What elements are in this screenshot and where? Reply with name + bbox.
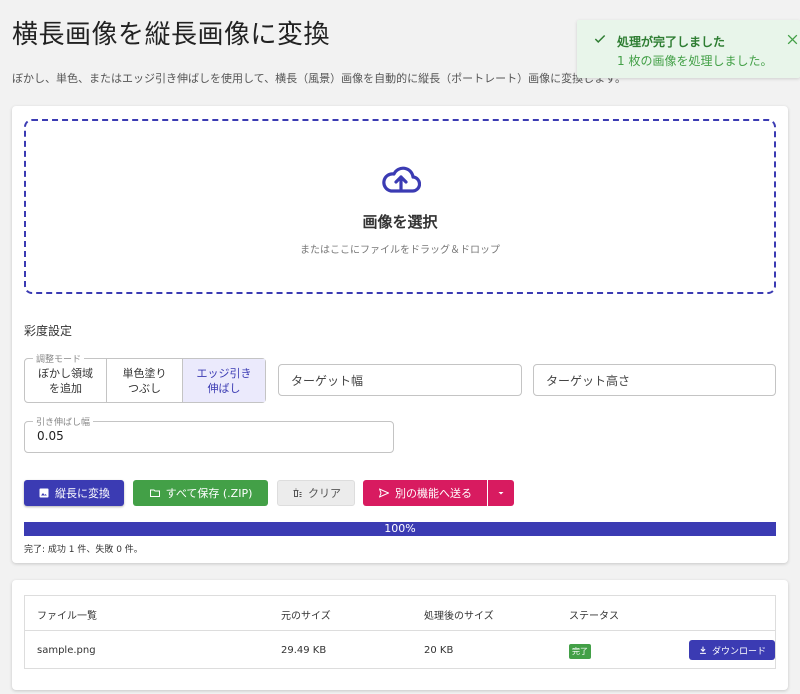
stretch-width-field[interactable]: 引き伸ばし幅 0.05 [24,415,394,453]
page-title: 横長画像を縦長画像に変換 [12,20,331,50]
download-button[interactable]: ダウンロード [689,640,775,660]
send-dropdown-button[interactable] [488,480,514,506]
drop-zone[interactable]: 画像を選択 またはここにファイルをドラッグ＆ドロップ [24,119,776,294]
mode-selector: 調整モード ぼかし領域 を追加 単色塗り つぶし エッジ引き 伸ばし [24,352,266,403]
processed-size: 20 KB [424,645,454,656]
table-header: ファイル一覧 元のサイズ 処理後のサイズ ステータス [25,596,775,631]
clear-icon [293,488,302,497]
folder-icon [149,489,160,497]
cloud-upload-icon [382,166,421,193]
status-badge: 完了 [569,644,591,659]
toast-title: 処理が完了しました [617,35,726,49]
header-processed-size: 処理後のサイズ [424,611,494,622]
stretch-value: 0.05 [37,429,64,443]
send-icon [379,488,389,498]
close-icon[interactable] [786,33,799,46]
file-table: ファイル一覧 元のサイズ 処理後のサイズ ステータス sample.png 29… [24,595,776,669]
toast-message: 1 枚の画像を処理しました。 [617,54,773,68]
drop-hint: またはここにファイルをドラッグ＆ドロップ [300,245,500,256]
send-to-button[interactable]: 別の機能へ送る [363,480,487,506]
table-row: sample.png 29.49 KB 20 KB 完了 ダウンロード [25,632,775,669]
success-toast: 処理が完了しました 1 枚の画像を処理しました。 [577,20,800,78]
header-file-list: ファイル一覧 [37,611,97,622]
check-icon [594,34,606,43]
settings-heading: 彩度設定 [24,324,73,338]
target-width-input[interactable]: ターゲット幅 [278,364,522,396]
target-height-input[interactable]: ターゲット高さ [533,364,776,396]
save-zip-button[interactable]: すべて保存 (.ZIP) [133,480,268,506]
converter-card: 画像を選択 またはここにファイルをドラッグ＆ドロップ 彩度設定 調整モード ぼか… [12,106,788,563]
status-text: 完了: 成功 1 件、失敗 0 件。 [24,545,143,555]
header-status: ステータス [569,611,619,622]
file-list-card: ファイル一覧 元のサイズ 処理後のサイズ ステータス sample.png 29… [12,580,788,690]
page-description: ぼかし、単色、またはエッジ引き伸ばしを使用して、横長（風景）画像を自動的に縦長（… [12,72,627,85]
file-name: sample.png [37,645,96,656]
download-icon [700,646,706,654]
mode-blur-button[interactable]: ぼかし領域 を追加 [25,359,107,402]
header-original-size: 元のサイズ [281,611,331,622]
image-icon [39,488,49,498]
convert-button[interactable]: 縦長に変換 [24,480,124,506]
clear-button[interactable]: クリア [277,480,355,506]
mode-edge-stretch-button[interactable]: エッジ引き 伸ばし [183,359,265,402]
original-size: 29.49 KB [281,645,327,656]
stretch-legend: 引き伸ばし幅 [33,415,94,428]
select-image-label[interactable]: 画像を選択 [26,211,774,232]
mode-solid-button[interactable]: 単色塗り つぶし [107,359,183,402]
caret-down-icon [498,492,504,495]
progress-bar: 100% [24,522,776,536]
